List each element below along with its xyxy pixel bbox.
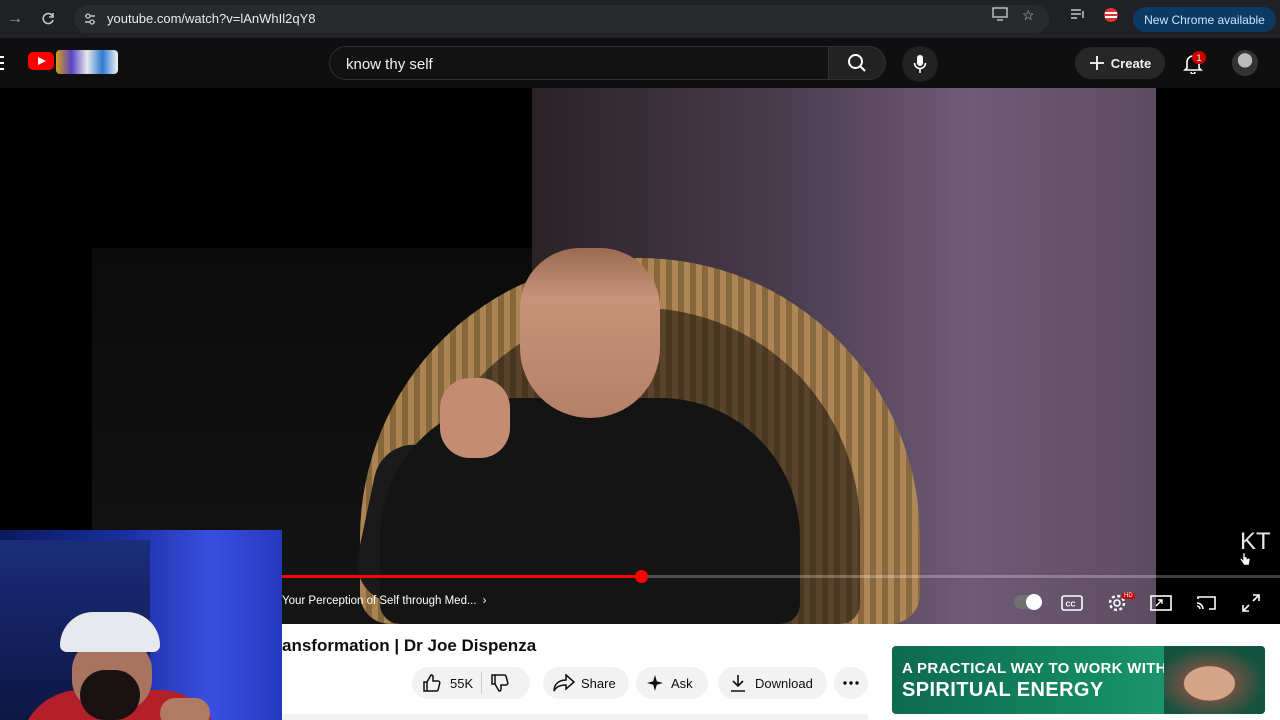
share-icon bbox=[553, 674, 575, 692]
description-box-edge bbox=[282, 714, 868, 720]
fullscreen-icon bbox=[1242, 594, 1260, 612]
chapter-title: Your Perception of Self through Med... bbox=[282, 595, 477, 607]
forward-icon[interactable]: → bbox=[4, 8, 26, 30]
download-label: Download bbox=[755, 675, 813, 691]
url-text[interactable]: youtube.com/watch?v=lAnWhIl2qY8 bbox=[107, 11, 315, 26]
cast-button[interactable] bbox=[1193, 591, 1219, 615]
youtube-header: Create 1 bbox=[0, 38, 1280, 88]
fullscreen-button[interactable] bbox=[1238, 591, 1264, 615]
speaker-hand bbox=[440, 378, 510, 458]
like-divider bbox=[481, 672, 483, 694]
new-chrome-available-button[interactable]: New Chrome available bbox=[1133, 7, 1276, 32]
search-input[interactable] bbox=[344, 47, 818, 81]
autoplay-toggle[interactable] bbox=[1014, 594, 1042, 610]
microphone-icon bbox=[913, 55, 927, 73]
hd-badge: HD bbox=[1122, 593, 1135, 599]
create-button[interactable]: Create bbox=[1075, 47, 1165, 79]
voice-search-button[interactable] bbox=[902, 46, 938, 82]
thumbs-down-icon[interactable] bbox=[490, 673, 510, 693]
like-count[interactable]: 55K bbox=[450, 676, 473, 691]
webcam-cap bbox=[60, 612, 160, 652]
ad-presenter-photo bbox=[1164, 646, 1265, 714]
miniplayer-icon bbox=[1150, 595, 1172, 611]
thumbs-up-icon[interactable] bbox=[422, 673, 442, 693]
share-button[interactable]: Share bbox=[543, 667, 629, 699]
browser-toolbar: → youtube.com/watch?v=lAnWhIl2qY8 ☆ New … bbox=[0, 0, 1280, 38]
sparkle-icon bbox=[647, 675, 663, 691]
media-control-icon[interactable] bbox=[1070, 7, 1088, 23]
video-title: ansformation | Dr Joe Dispenza bbox=[282, 636, 537, 655]
streamer-webcam-overlay bbox=[0, 530, 282, 720]
share-label: Share bbox=[581, 675, 616, 691]
hand-cursor-icon bbox=[1239, 552, 1251, 566]
closed-captions-icon: CC bbox=[1061, 595, 1083, 611]
bookmark-star-icon[interactable]: ☆ bbox=[1022, 7, 1040, 23]
miniplayer-button[interactable] bbox=[1148, 591, 1174, 615]
download-icon bbox=[731, 675, 745, 692]
speaker-head bbox=[520, 248, 660, 418]
ask-button[interactable]: Ask bbox=[636, 667, 708, 699]
youtube-logo-icon[interactable] bbox=[28, 52, 54, 70]
webcam-hand bbox=[160, 698, 210, 720]
address-bar[interactable]: youtube.com/watch?v=lAnWhIl2qY8 bbox=[74, 5, 1049, 33]
scrubber-handle[interactable] bbox=[635, 570, 648, 583]
ad-banner[interactable]: A PRACTICAL WAY TO WORK WITH SPIRITUAL E… bbox=[892, 646, 1265, 714]
ad-headline-2: SPIRITUAL ENERGY bbox=[902, 679, 1104, 701]
progress-bar[interactable] bbox=[282, 570, 1280, 583]
search-icon bbox=[848, 54, 866, 72]
more-horizontal-icon bbox=[843, 681, 859, 685]
search-button[interactable] bbox=[828, 46, 886, 80]
account-avatar[interactable] bbox=[1232, 50, 1258, 76]
search-box[interactable] bbox=[329, 46, 828, 81]
create-label: Create bbox=[1110, 55, 1152, 71]
progress-played bbox=[282, 575, 641, 578]
cast-icon bbox=[1196, 596, 1216, 610]
ad-headline-1: A PRACTICAL WAY TO WORK WITH bbox=[902, 660, 1167, 677]
ask-label: Ask bbox=[671, 675, 693, 691]
install-app-icon[interactable] bbox=[992, 7, 1010, 23]
site-settings-icon[interactable] bbox=[82, 11, 98, 27]
chapter-title-button[interactable]: Your Perception of Self through Med... › bbox=[282, 595, 486, 607]
svg-text:CC: CC bbox=[1066, 602, 1076, 609]
notification-badge: 1 bbox=[1192, 51, 1206, 64]
menu-icon[interactable] bbox=[0, 54, 4, 72]
subtitles-button[interactable]: CC bbox=[1059, 591, 1085, 615]
like-dislike-group: 55K bbox=[412, 667, 530, 699]
youtube-doodle-logo[interactable] bbox=[56, 50, 118, 74]
profile-flag-icon[interactable] bbox=[1101, 7, 1119, 23]
plus-icon bbox=[1089, 56, 1104, 70]
reload-icon[interactable] bbox=[37, 8, 59, 30]
webcam-beard bbox=[80, 670, 140, 720]
download-button[interactable]: Download bbox=[718, 667, 827, 699]
more-actions-button[interactable] bbox=[834, 667, 868, 699]
chevron-right-icon: › bbox=[482, 595, 487, 607]
